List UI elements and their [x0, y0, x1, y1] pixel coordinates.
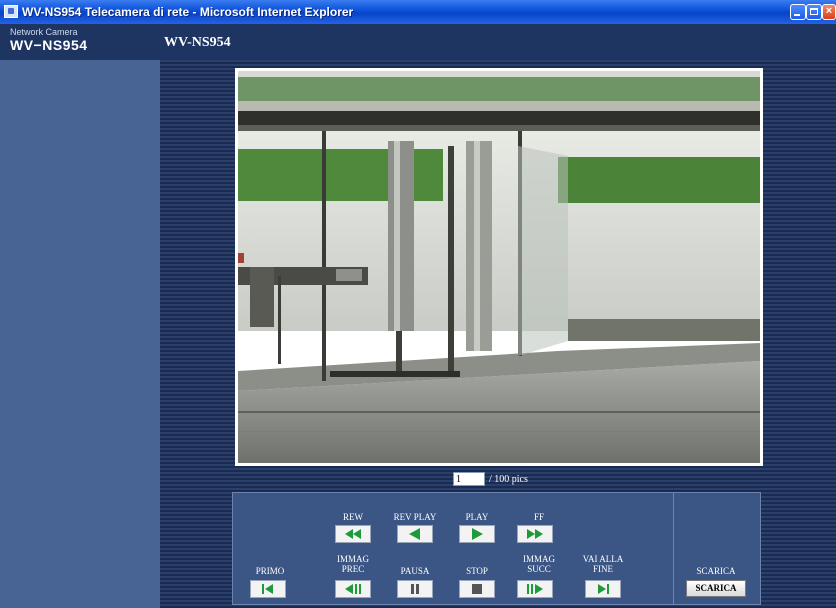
prev-image-button[interactable] — [335, 580, 371, 598]
maximize-icon[interactable] — [806, 4, 822, 20]
page-header: WV-NS954 — [160, 24, 836, 60]
prev-label-wrap: IMMAG PREC — [323, 554, 383, 574]
play-label-wrap: PLAY — [447, 512, 507, 522]
rev-play-button[interactable] — [397, 525, 433, 543]
rew-label: REW — [343, 512, 363, 522]
pause-button[interactable] — [397, 580, 433, 598]
first-button[interactable] — [250, 580, 286, 598]
stop-label-wrap: STOP — [447, 566, 507, 576]
reverse-play-icon — [409, 528, 420, 540]
first-label: PRIMO — [255, 566, 285, 576]
brand-block: Network Camera WV−NS954 — [0, 24, 160, 60]
fast-forward-icon — [527, 529, 543, 539]
window-titlebar: WV-NS954 Telecamera di rete - Microsoft … — [0, 0, 836, 24]
play-button[interactable] — [459, 525, 495, 543]
next-label-line1: IMMAG — [522, 554, 555, 564]
brand-model: WV−NS954 — [10, 37, 88, 53]
pause-label-wrap: PAUSA — [385, 566, 445, 576]
download-label: SCARICA — [696, 566, 736, 576]
skip-last-icon — [598, 584, 609, 594]
camera-image-frame — [235, 68, 763, 466]
page-title: WV-NS954 — [164, 35, 231, 50]
next-image-button[interactable] — [517, 580, 553, 598]
ff-button[interactable] — [517, 525, 553, 543]
pause-icon — [411, 584, 419, 594]
ie-icon — [4, 5, 18, 18]
play-icon — [472, 528, 483, 540]
rev-play-label-wrap: REV PLAY — [385, 512, 445, 522]
stop-icon — [472, 584, 482, 594]
ff-label-wrap: FF — [509, 512, 569, 522]
first-label-wrap: PRIMO — [240, 566, 300, 576]
rewind-icon — [345, 529, 361, 539]
minimize-icon[interactable] — [790, 4, 806, 20]
brand-subtitle: Network Camera — [10, 27, 78, 37]
rew-button[interactable] — [335, 525, 371, 543]
sidebar — [0, 60, 160, 608]
camera-image — [238, 71, 760, 463]
close-icon[interactable]: × — [822, 4, 836, 20]
prev-label-line2: PREC — [341, 564, 365, 574]
next-label-wrap: IMMAG SUCC — [509, 554, 569, 574]
download-button[interactable]: SCARICA — [686, 580, 746, 597]
prev-label-line1: IMMAG — [336, 554, 369, 564]
picture-total: / 100 pics — [489, 473, 528, 485]
stop-button[interactable] — [459, 580, 495, 598]
skip-first-icon — [262, 584, 273, 594]
step-back-icon — [345, 584, 361, 594]
ff-label: FF — [533, 512, 544, 522]
picture-counter: / 100 pics — [453, 472, 528, 486]
rew-label-wrap: REW — [323, 512, 383, 522]
rev-play-label: REV PLAY — [393, 512, 437, 522]
last-label-wrap: VAI ALLA FINE — [573, 554, 633, 574]
window-title: WV-NS954 Telecamera di rete - Microsoft … — [22, 5, 354, 19]
pause-label: PAUSA — [400, 566, 430, 576]
last-label-line1: VAI ALLA — [582, 554, 624, 564]
last-button[interactable] — [585, 580, 621, 598]
stop-label: STOP — [466, 566, 488, 576]
play-label: PLAY — [465, 512, 489, 522]
next-label-line2: SUCC — [527, 564, 551, 574]
picture-number-input[interactable] — [453, 472, 485, 486]
step-forward-icon — [527, 584, 543, 594]
last-label-line2: FINE — [593, 564, 613, 574]
